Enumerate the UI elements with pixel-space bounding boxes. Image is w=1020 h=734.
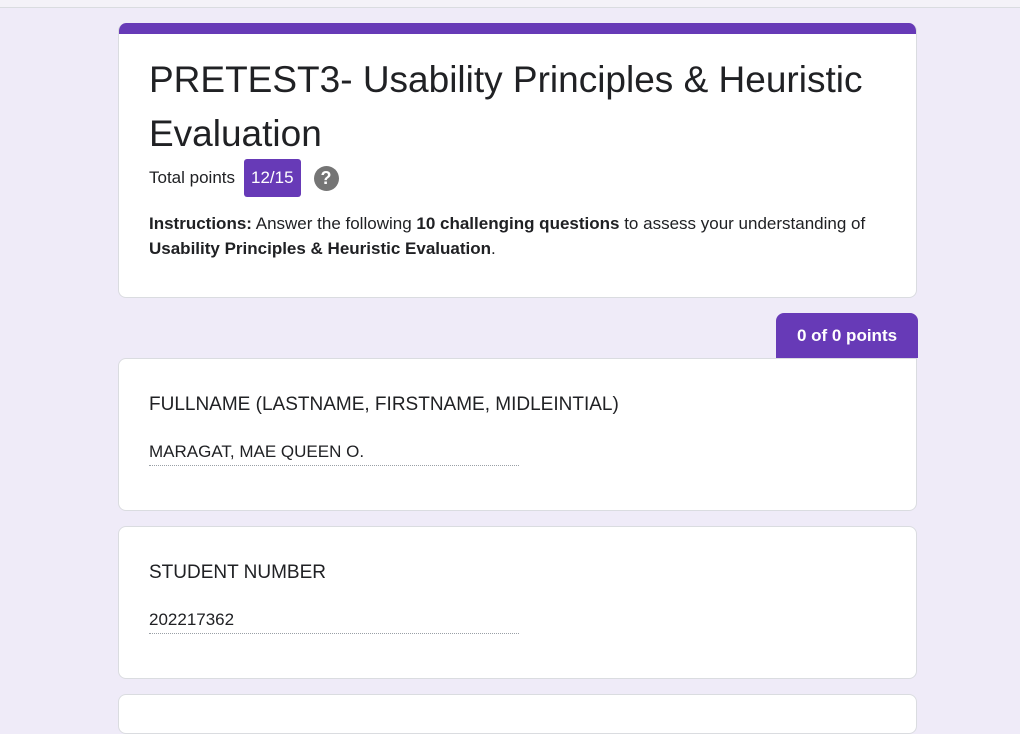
answer-field: MARAGAT, MAE QUEEN O. (149, 442, 519, 466)
form-header-card: PRETEST3- Usability Principles & Heurist… (118, 23, 917, 298)
instructions-text-2: to assess your understanding of (619, 214, 866, 233)
instructions-bold-2: Usability Principles & Heuristic Evaluat… (149, 239, 491, 258)
total-points-label: Total points (149, 168, 235, 187)
form-accent-bar (119, 23, 916, 34)
question-card-student-number: STUDENT NUMBER 202217362 (118, 526, 917, 679)
section-points-tab: 0 of 0 points (776, 313, 918, 358)
instructions-text-3: . (491, 239, 496, 258)
question-title: FULLNAME (LASTNAME, FIRSTNAME, MIDLEINTI… (149, 394, 619, 415)
question-mark-icon[interactable]: ? (313, 165, 339, 191)
instructions-bold-1: 10 challenging questions (416, 214, 620, 233)
total-points-row: Total points 12/15 ? (149, 159, 339, 197)
question-card-next (118, 694, 917, 734)
form-instructions: Instructions: Answer the following 10 ch… (149, 211, 894, 261)
question-title: STUDENT NUMBER (149, 562, 326, 583)
score-badge: 12/15 (244, 159, 301, 197)
question-card-fullname: FULLNAME (LASTNAME, FIRSTNAME, MIDLEINTI… (118, 358, 917, 511)
top-bar (0, 0, 1020, 8)
answer-field: 202217362 (149, 610, 519, 634)
form-title: PRETEST3- Usability Principles & Heurist… (149, 59, 863, 154)
instructions-text-1: Answer the following (251, 214, 417, 233)
instructions-lead: Instructions: (149, 214, 252, 233)
